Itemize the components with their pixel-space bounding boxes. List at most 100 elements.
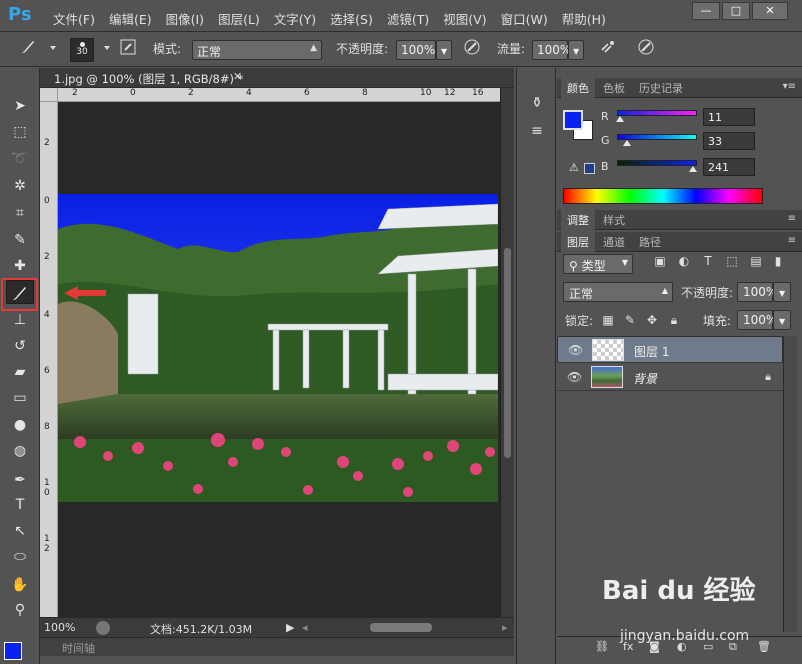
out-of-gamut-warning-icon[interactable]: ⚠ <box>569 161 579 174</box>
status-menu-arrow-icon[interactable]: ▶ <box>286 621 294 634</box>
layer-row-layer1[interactable]: 👁︎ 图层 1 <box>557 336 783 363</box>
close-button[interactable]: ✕ <box>752 2 788 20</box>
filter-adjustment-icon[interactable]: ◐ <box>677 254 691 268</box>
foreground-color-swatch[interactable] <box>4 642 22 660</box>
tab-color[interactable]: 颜色 <box>561 78 595 98</box>
ruler-vertical[interactable]: 2 0 2 4 6 8 1 0 1 2 <box>40 102 58 617</box>
link-layers-icon[interactable]: ⛓ <box>595 640 609 653</box>
menu-filter[interactable]: 滤镜(T) <box>380 9 436 28</box>
canvas-vertical-scrollbar[interactable] <box>500 88 514 617</box>
scroll-left-icon[interactable]: ◂ <box>302 621 308 634</box>
menu-file[interactable]: 文件(F) <box>46 9 102 28</box>
eraser-tool-icon[interactable]: ▰ <box>6 360 34 384</box>
ruler-horizontal[interactable]: 2 0 2 4 6 8 10 12 16 <box>58 88 500 102</box>
shape-tool-icon[interactable]: ⬭ <box>6 545 34 569</box>
red-slider[interactable] <box>617 110 697 116</box>
magic-wand-tool-icon[interactable]: ✲ <box>6 174 34 198</box>
tab-styles[interactable]: 样式 <box>597 210 631 230</box>
status-info-icon[interactable] <box>96 621 110 635</box>
zoom-tool-icon[interactable]: ⚲ <box>6 598 34 622</box>
pen-tool-icon[interactable]: ✒ <box>6 468 34 492</box>
maximize-button[interactable]: □ <box>722 2 750 20</box>
layer-name[interactable]: 背景 <box>633 370 657 387</box>
menu-edit[interactable]: 编辑(E) <box>102 9 159 28</box>
horizontal-scroll-thumb[interactable] <box>370 623 432 632</box>
fill-input[interactable]: 100% <box>737 310 777 330</box>
pressure-size-icon[interactable] <box>634 38 658 62</box>
menu-image[interactable]: 图像(I) <box>159 9 211 28</box>
tab-paths[interactable]: 路径 <box>633 232 667 252</box>
green-value[interactable]: 33 <box>703 132 755 150</box>
tab-adjustments[interactable]: 调整 <box>561 210 595 230</box>
menu-help[interactable]: 帮助(H) <box>555 9 613 28</box>
brush-settings-icon[interactable]: ≡ <box>525 120 549 142</box>
brush-preset-icon[interactable] <box>16 38 40 62</box>
layer-opacity-input[interactable]: 100% <box>737 282 777 302</box>
filter-toggle-icon[interactable]: ▮ <box>771 254 785 268</box>
vertical-scroll-thumb[interactable] <box>504 248 511 458</box>
canvas-area[interactable] <box>58 102 500 617</box>
brush-presets-icon[interactable]: ⚱ <box>525 92 549 114</box>
blue-value[interactable]: 241 <box>703 158 755 176</box>
flow-dropdown[interactable]: ▼ <box>568 40 584 60</box>
brush-size-arrow-icon[interactable] <box>104 46 110 50</box>
menu-view[interactable]: 视图(V) <box>436 9 493 28</box>
fill-dropdown[interactable]: ▼ <box>773 310 791 330</box>
marquee-tool-icon[interactable]: ⬚ <box>6 120 34 144</box>
layer-name[interactable]: 图层 1 <box>634 343 669 360</box>
timeline-panel[interactable]: 时间轴 <box>40 637 514 656</box>
tab-layers[interactable]: 图层 <box>561 232 595 252</box>
filter-pixel-icon[interactable]: ▣ <box>653 254 667 268</box>
lasso-tool-icon[interactable]: ➰ <box>6 147 34 171</box>
delete-layer-icon[interactable]: 🗑︎ <box>757 640 771 653</box>
ruler-corner[interactable] <box>40 88 58 102</box>
minimize-button[interactable]: — <box>692 2 720 20</box>
opacity-dropdown[interactable]: ▼ <box>436 40 452 60</box>
menu-window[interactable]: 窗口(W) <box>494 9 555 28</box>
filter-smartobject-icon[interactable]: ▤ <box>749 254 763 268</box>
layer-opacity-dropdown[interactable]: ▼ <box>773 282 791 302</box>
green-slider-thumb[interactable] <box>623 140 632 146</box>
gamut-color-swatch[interactable] <box>584 163 595 174</box>
color-panel-menu-icon[interactable]: ▾≡ <box>783 81 796 92</box>
tab-close-icon[interactable]: ✕ <box>233 70 242 83</box>
foreground-color-swatch[interactable] <box>563 110 583 130</box>
mode-select[interactable]: 正常 ▲ <box>192 40 322 60</box>
clone-stamp-tool-icon[interactable]: ⊥ <box>6 308 34 332</box>
opacity-input[interactable]: 100% <box>396 40 436 60</box>
layers-panel-menu-icon[interactable]: ≡ <box>788 235 796 246</box>
airbrush-icon[interactable] <box>596 38 620 62</box>
gradient-tool-icon[interactable]: ▭ <box>6 386 34 410</box>
move-tool-icon[interactable]: ➤ <box>6 94 34 118</box>
lock-image-icon[interactable]: ✎ <box>623 313 637 327</box>
scroll-right-icon[interactable]: ▸ <box>502 621 508 634</box>
history-brush-tool-icon[interactable]: ↺ <box>6 334 34 358</box>
red-value[interactable]: 11 <box>703 108 755 126</box>
tab-swatches[interactable]: 色板 <box>597 78 631 98</box>
lock-all-icon[interactable]: 🔒︎ <box>667 313 681 327</box>
brush-panel-icon[interactable] <box>116 38 140 62</box>
tab-history[interactable]: 历史记录 <box>633 78 689 98</box>
layers-scrollbar[interactable] <box>783 336 797 632</box>
blue-slider[interactable] <box>617 160 697 166</box>
red-slider-thumb[interactable] <box>616 116 625 122</box>
blend-mode-select[interactable]: 正常 ▲ <box>563 282 673 302</box>
hand-tool-icon[interactable]: ✋ <box>6 573 34 597</box>
blue-slider-thumb[interactable] <box>688 166 697 172</box>
healing-brush-tool-icon[interactable]: ✚ <box>6 254 34 278</box>
color-spectrum-bar[interactable] <box>563 188 763 204</box>
crop-tool-icon[interactable]: ⌗ <box>6 201 34 225</box>
dodge-tool-icon[interactable]: ◍ <box>6 439 34 463</box>
brush-preset-arrow-icon[interactable] <box>50 46 56 50</box>
path-selection-tool-icon[interactable]: ↖ <box>6 519 34 543</box>
lock-position-icon[interactable]: ✥ <box>645 313 659 327</box>
eyedropper-tool-icon[interactable]: ✎ <box>6 228 34 252</box>
filter-shape-icon[interactable]: ⬚ <box>725 254 739 268</box>
type-tool-icon[interactable]: T <box>6 493 34 517</box>
visibility-eye-icon[interactable]: 👁︎ <box>567 370 582 384</box>
menu-layer[interactable]: 图层(L) <box>211 9 267 28</box>
lock-transparency-icon[interactable]: ▦ <box>601 313 615 327</box>
document-tab-title[interactable]: 1.jpg @ 100% (图层 1, RGB/8#) * <box>54 71 243 87</box>
document-image[interactable] <box>58 194 498 502</box>
menu-select[interactable]: 选择(S) <box>323 9 380 28</box>
